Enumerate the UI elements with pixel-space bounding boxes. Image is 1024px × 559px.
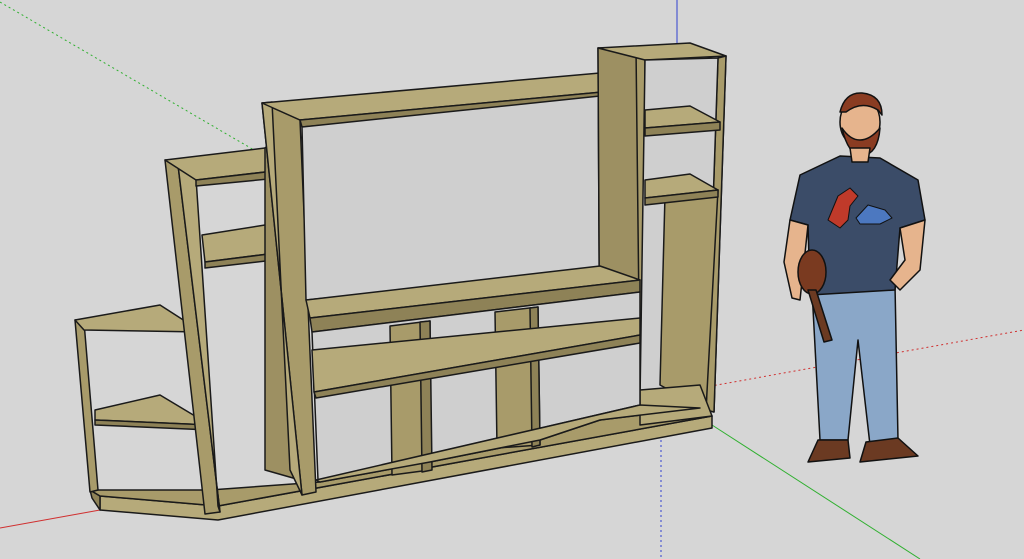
shelving-unit[interactable] — [74, 42, 727, 521]
viewport-canvas[interactable] — [0, 0, 1024, 559]
figure-right-shoe — [859, 437, 919, 463]
figure-legs — [811, 284, 899, 446]
scale-figure[interactable] — [783, 92, 926, 463]
figure-neck — [849, 147, 871, 163]
3d-viewport[interactable] — [0, 0, 1024, 559]
figure-left-shoe — [807, 439, 851, 463]
red-axis — [0, 509, 101, 529]
left-corner-post — [74, 319, 99, 493]
tv-cavity-back — [301, 95, 601, 301]
